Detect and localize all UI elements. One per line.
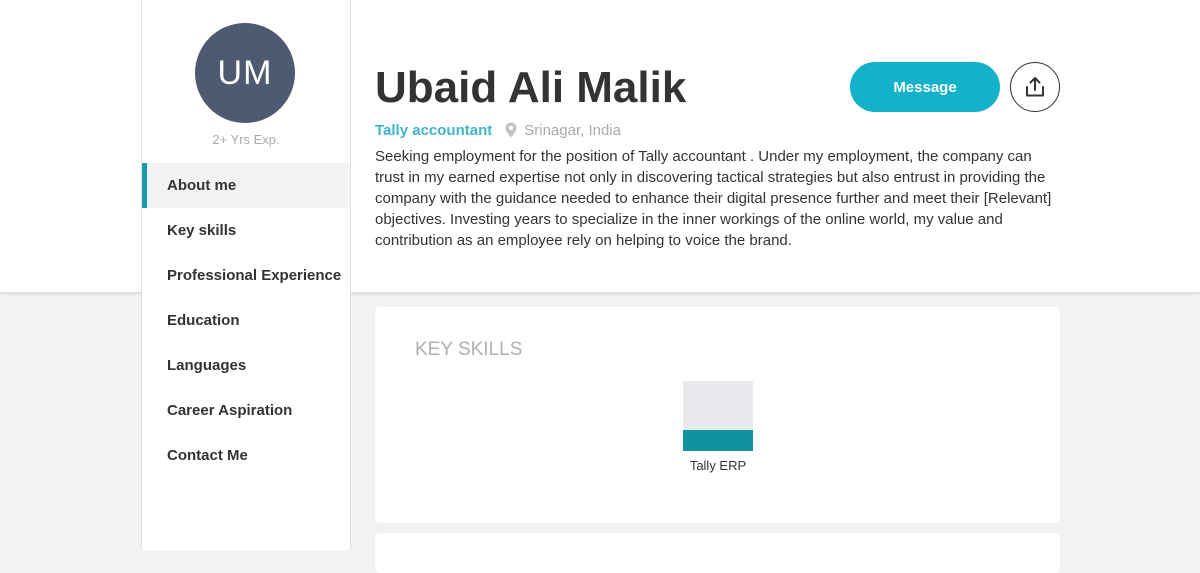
sidebar-nav: About me Key skills Professional Experie… bbox=[142, 163, 350, 478]
experience-label: 2+ Yrs Exp. bbox=[212, 132, 280, 147]
skill-level-fill bbox=[683, 430, 753, 451]
sidebar-item-about-me[interactable]: About me bbox=[142, 163, 350, 208]
share-icon bbox=[1025, 76, 1045, 98]
location-pin-icon bbox=[505, 122, 517, 138]
key-skills-title: KEY SKILLS bbox=[415, 339, 523, 360]
message-button[interactable]: Message bbox=[850, 62, 1000, 112]
share-button[interactable] bbox=[1010, 62, 1060, 112]
role-location-row: Tally accountant Srinagar, India bbox=[375, 120, 621, 140]
skill-item: Tally ERP bbox=[683, 381, 753, 473]
avatar: UM bbox=[195, 23, 295, 123]
sidebar: UM 2+ Yrs Exp. About me Key skills Profe… bbox=[141, 0, 351, 550]
sidebar-item-contact-me[interactable]: Contact Me bbox=[142, 433, 350, 478]
avatar-initials: UM bbox=[217, 53, 273, 92]
next-section-card bbox=[375, 533, 1060, 573]
sidebar-item-key-skills[interactable]: Key skills bbox=[142, 208, 350, 253]
skill-name: Tally ERP bbox=[689, 458, 747, 473]
sidebar-item-professional-experience[interactable]: Professional Experience bbox=[142, 253, 350, 298]
sidebar-item-education[interactable]: Education bbox=[142, 298, 350, 343]
job-title: Tally accountant bbox=[375, 121, 493, 139]
key-skills-card: KEY SKILLS Tally ERP bbox=[375, 307, 1060, 523]
about-me-text: Seeking employment for the position of T… bbox=[375, 148, 1052, 249]
profile-name: Ubaid Ali Malik bbox=[375, 63, 687, 112]
skill-level-bar bbox=[683, 381, 753, 451]
sidebar-item-career-aspiration[interactable]: Career Aspiration bbox=[142, 388, 350, 433]
sidebar-item-languages[interactable]: Languages bbox=[142, 343, 350, 388]
location-text: Srinagar, India bbox=[524, 121, 621, 139]
